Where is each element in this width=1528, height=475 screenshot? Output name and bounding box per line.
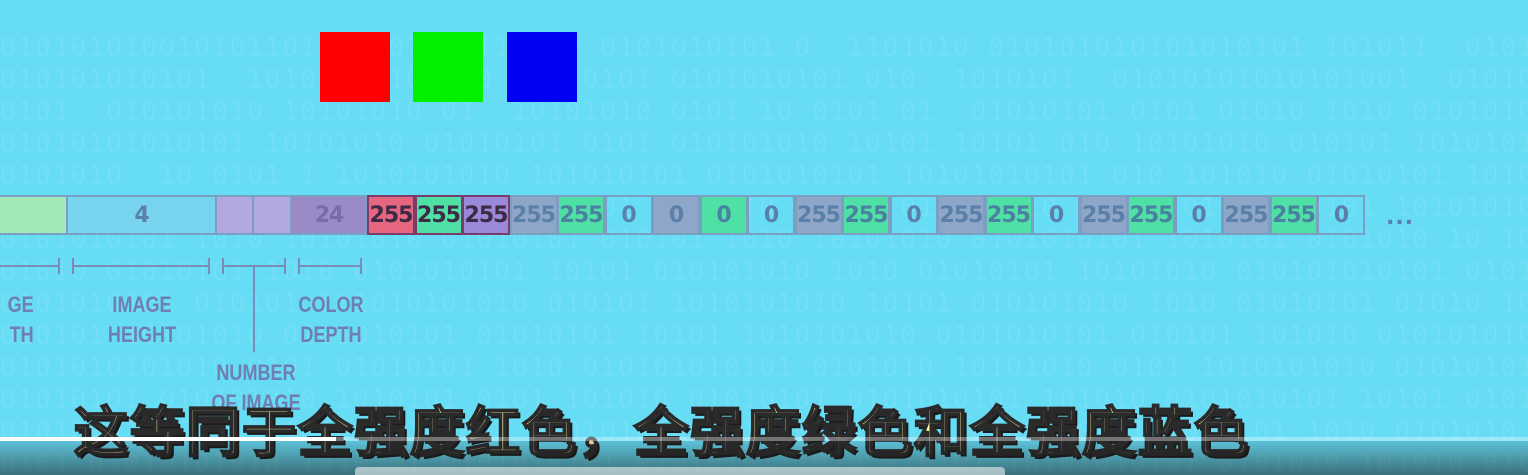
video-scrub-preview[interactable]	[355, 467, 1005, 475]
pixel-byte-cell: 255	[557, 195, 605, 235]
image-height-bracket	[72, 258, 210, 274]
pixel-byte-cell: 0	[889, 195, 938, 235]
strip-ellipsis: ...	[1386, 205, 1415, 230]
pixel-byte-cell: 255	[842, 195, 890, 235]
color-depth-bracket	[298, 258, 362, 274]
pixel-byte-cell: 0	[699, 195, 748, 235]
number-of-images-cell-b	[252, 195, 292, 235]
pixel-byte-cell: 255	[1269, 195, 1318, 235]
pixel-byte-cell: 255	[1222, 195, 1270, 235]
pixel-byte-cell: 255	[984, 195, 1033, 235]
red-square	[320, 32, 390, 102]
number-of-images-cell-a	[215, 195, 254, 235]
image-width-cell	[0, 195, 68, 235]
pixel-byte-cell: 255	[509, 195, 558, 235]
pixel-byte-cell: 255	[367, 195, 415, 235]
pixel-byte-cell: 255	[462, 195, 510, 235]
pixel-byte-cell: 0	[652, 195, 700, 235]
blue-square	[507, 32, 577, 102]
pixel-byte-cell: 255	[794, 195, 843, 235]
image-width-bracket	[0, 258, 60, 274]
color-depth-label: COLOR DEPTH	[298, 292, 364, 347]
image-height-label: IMAGE HEIGHT	[107, 292, 177, 347]
pixel-byte-cell: 255	[1079, 195, 1128, 235]
image-width-label: GE TH	[7, 292, 34, 347]
pixel-byte-cell: 255	[1127, 195, 1175, 235]
color-depth-cell: 24	[290, 195, 368, 235]
pixel-byte-cell: 0	[1174, 195, 1223, 235]
pixel-byte-cell: 0	[1317, 195, 1365, 235]
number-of-images-stem	[253, 266, 255, 352]
pixel-byte-cell: 0	[1032, 195, 1080, 235]
pixel-byte-cell: 0	[604, 195, 653, 235]
pixel-byte-cell: 255	[937, 195, 985, 235]
image-height-cell: 4	[66, 195, 217, 235]
green-square	[413, 32, 483, 102]
pixel-byte-cell: 0	[747, 195, 795, 235]
pixel-byte-cell: 255	[414, 195, 463, 235]
